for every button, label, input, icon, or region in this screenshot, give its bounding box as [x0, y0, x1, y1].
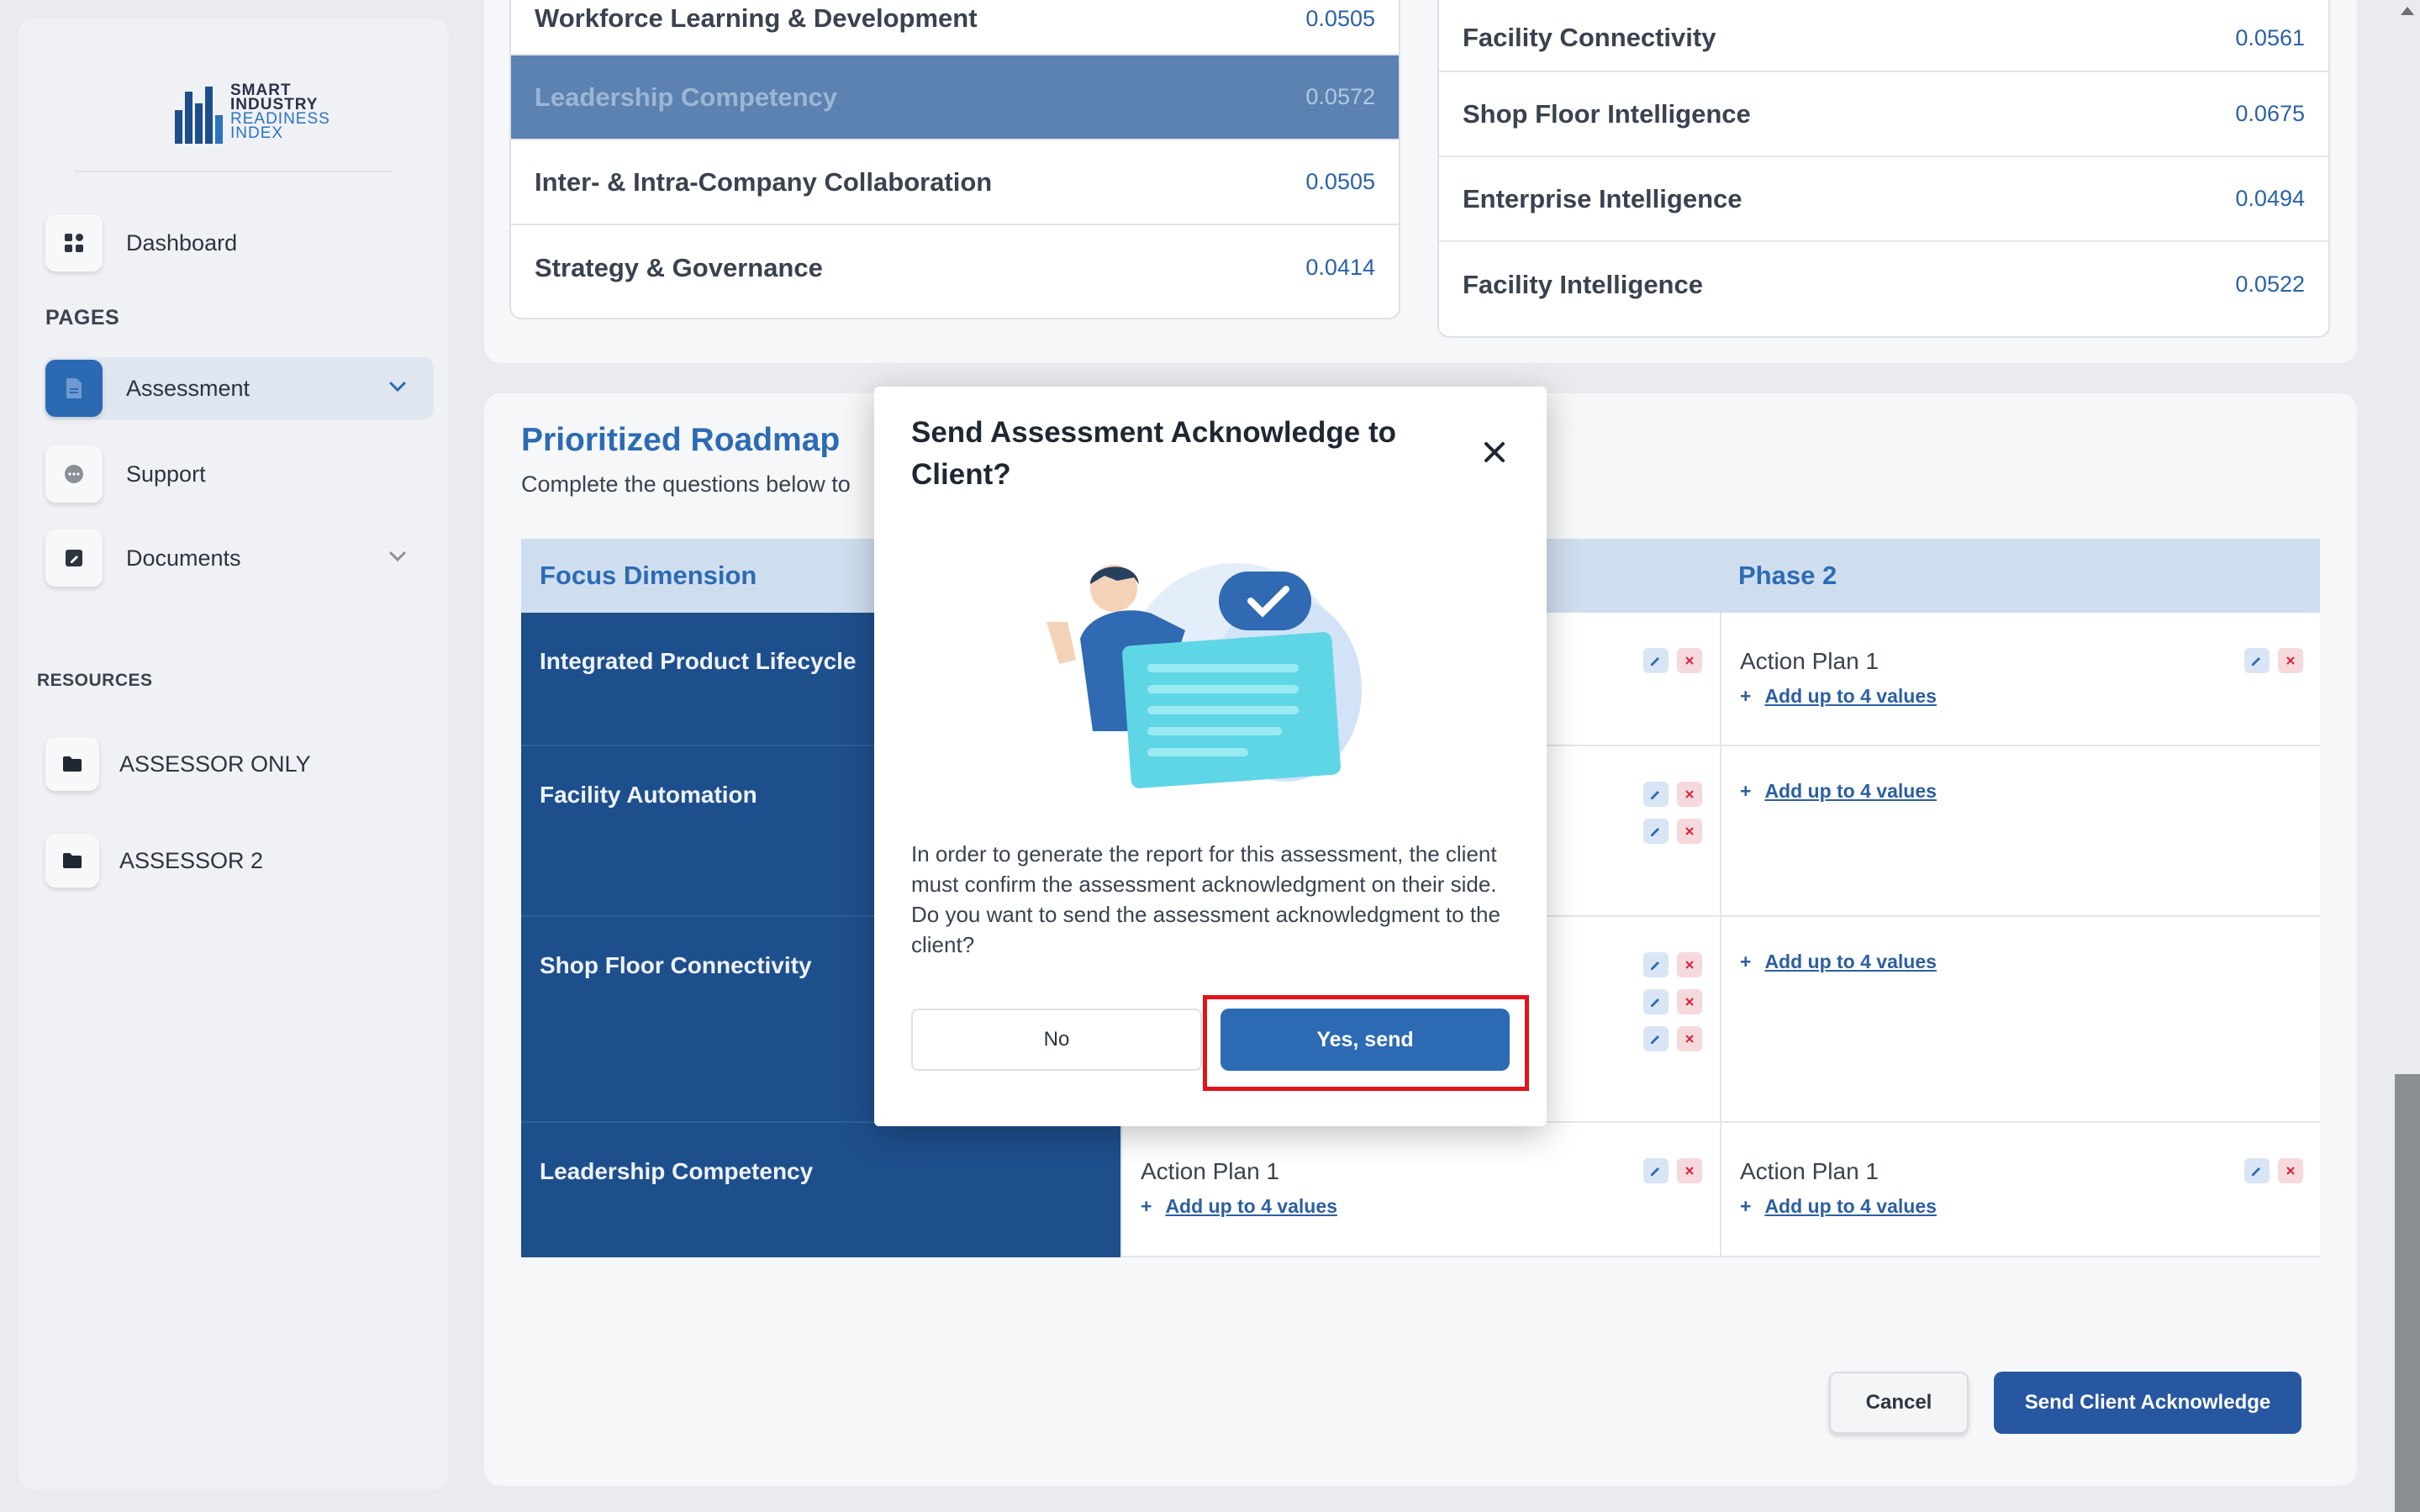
- no-button[interactable]: No: [911, 1009, 1202, 1071]
- dialog-title: Send Assessment Acknowledge to Client?: [911, 416, 1397, 491]
- close-icon[interactable]: [1478, 435, 1511, 469]
- highlight-annotation: [1203, 995, 1529, 1091]
- dialog-message: In order to generate the report for this…: [911, 841, 1500, 957]
- send-illustration-icon: [1047, 563, 1362, 788]
